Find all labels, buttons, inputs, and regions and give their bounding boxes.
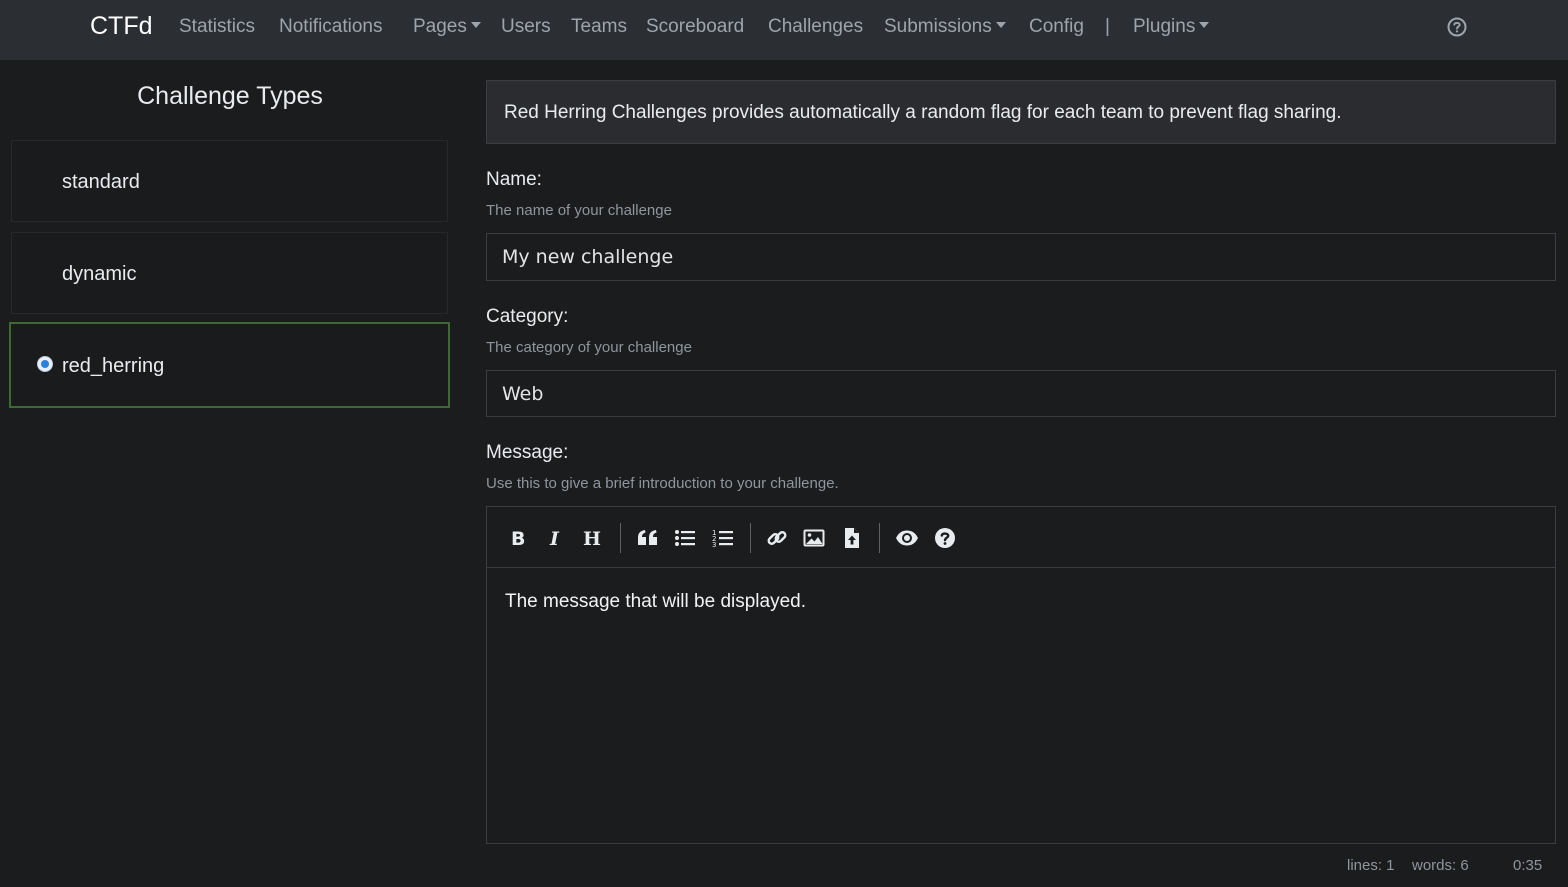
guide-question-icon[interactable] — [931, 524, 959, 552]
ordered-list-icon[interactable]: 1 2 3 — [709, 524, 737, 552]
brand-logo[interactable]: CTFd — [90, 10, 153, 42]
category-label: Category: — [486, 306, 569, 327]
nav-notifications[interactable]: Notifications — [279, 14, 383, 40]
unordered-list-icon[interactable] — [671, 524, 699, 552]
message-label: Message: — [486, 442, 569, 463]
quote-icon[interactable] — [634, 524, 662, 552]
toolbar-divider — [750, 523, 751, 553]
category-help-text: The category of your challenge — [486, 339, 692, 356]
nav-pages-label: Pages — [413, 16, 467, 37]
nav-statistics[interactable]: Statistics — [179, 14, 255, 40]
editor-content[interactable]: The message that will be displayed. — [505, 589, 806, 615]
status-time: 0:35 — [1513, 857, 1543, 874]
svg-text:B: B — [511, 528, 525, 548]
nav-submissions-dropdown[interactable]: Submissions — [884, 14, 1006, 40]
nav-scoreboard[interactable]: Scoreboard — [646, 14, 744, 40]
link-icon[interactable] — [763, 524, 791, 552]
svg-text:I: I — [549, 528, 560, 548]
challenge-type-red-herring[interactable]: red_herring — [9, 322, 450, 408]
name-help-text: The name of your challenge — [486, 202, 672, 219]
challenge-type-description: Red Herring Challenges provides automati… — [486, 80, 1556, 144]
preview-eye-icon[interactable] — [893, 524, 921, 552]
upload-file-icon[interactable] — [838, 524, 866, 552]
challenge-types-title: Challenge Types — [137, 82, 323, 110]
caret-down-icon — [1199, 22, 1210, 28]
svg-text:H: H — [583, 528, 601, 548]
challenge-type-standard[interactable]: standard — [11, 140, 448, 222]
nav-teams[interactable]: Teams — [571, 14, 627, 40]
nav-submissions-label: Submissions — [884, 16, 992, 37]
italic-icon[interactable]: I — [542, 524, 570, 552]
message-help-text: Use this to give a brief introduction to… — [486, 475, 839, 492]
top-navbar: CTFd Statistics Notifications Pages User… — [0, 0, 1568, 61]
name-label: Name: — [486, 169, 542, 190]
bold-icon[interactable]: B — [505, 524, 533, 552]
question-circle-icon[interactable] — [1447, 17, 1467, 37]
nav-users[interactable]: Users — [501, 14, 551, 40]
nav-challenges[interactable]: Challenges — [768, 14, 863, 40]
name-input[interactable]: My new challenge — [486, 233, 1556, 281]
editor-toolbar: B I H 1 2 3 — [487, 507, 1555, 568]
heading-icon[interactable]: H — [579, 524, 607, 552]
challenge-type-dynamic[interactable]: dynamic — [11, 232, 448, 314]
selected-radio[interactable] — [37, 356, 53, 372]
description-text: Red Herring Challenges provides automati… — [504, 102, 1342, 123]
category-input[interactable]: Web — [486, 370, 1556, 417]
toolbar-divider — [879, 523, 880, 553]
nav-pages-dropdown[interactable]: Pages — [413, 14, 481, 40]
challenge-type-label: dynamic — [62, 263, 137, 285]
status-lines: lines: 1 — [1347, 857, 1395, 874]
challenge-type-label: standard — [62, 171, 140, 193]
message-editor[interactable]: B I H 1 2 3 The message that will be dis… — [486, 506, 1556, 844]
svg-text:3: 3 — [712, 541, 716, 548]
status-words: words: 6 — [1412, 857, 1469, 874]
nav-config[interactable]: Config — [1029, 14, 1084, 40]
image-icon[interactable] — [800, 524, 828, 552]
nav-separator: | — [1105, 16, 1110, 37]
caret-down-icon — [995, 22, 1006, 28]
nav-plugins-label: Plugins — [1133, 16, 1196, 37]
caret-down-icon — [470, 22, 481, 28]
toolbar-divider — [620, 523, 621, 553]
nav-plugins-dropdown[interactable]: Plugins — [1133, 14, 1210, 40]
challenge-type-label: red_herring — [62, 355, 165, 377]
